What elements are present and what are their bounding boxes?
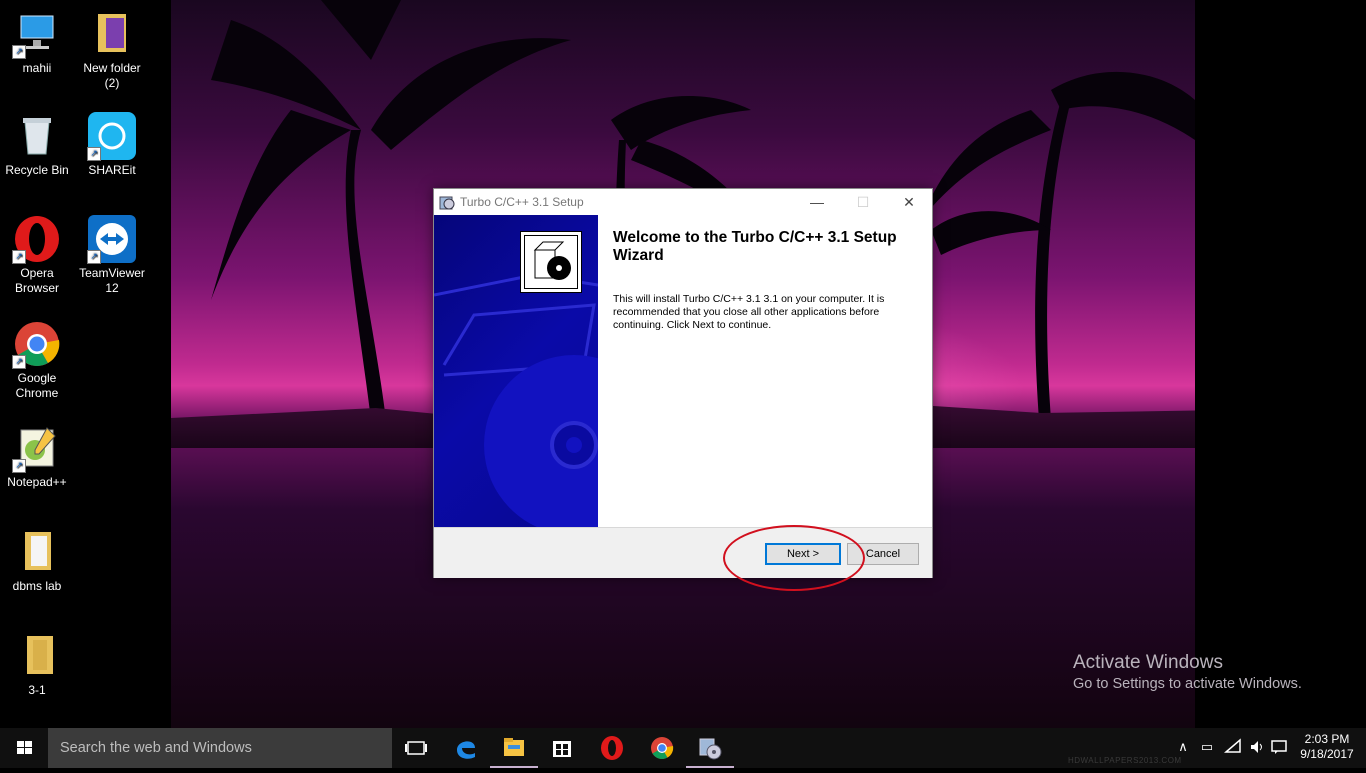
desktop-edge: [1195, 0, 1366, 728]
shareit-icon: ↗: [87, 112, 136, 161]
close-button[interactable]: ✕: [886, 189, 932, 215]
activate-title: Activate Windows: [1073, 652, 1223, 673]
desktop-icon-label: TeamViewer 12: [79, 266, 145, 295]
shortcut-arrow-icon: ↗: [12, 45, 26, 59]
dialog-title: Turbo C/C++ 3.1 Setup: [460, 195, 584, 209]
chrome-icon: ↗: [12, 320, 61, 369]
desktop-icon-label: New folder (2): [83, 61, 141, 90]
desktop-icon-label: Google Chrome: [15, 371, 59, 400]
volume-icon[interactable]: [1248, 738, 1266, 756]
desktop-icon-new-folder[interactable]: New folder (2): [75, 10, 149, 91]
activate-subtitle: Go to Settings to activate Windows.: [1073, 676, 1302, 692]
computer-icon: ↗: [12, 10, 61, 59]
opera-taskbar-icon[interactable]: [588, 728, 636, 768]
file-explorer-icon[interactable]: [490, 728, 538, 768]
desktop-icon-label: Notepad++: [7, 475, 67, 489]
start-button[interactable]: [0, 728, 48, 768]
desktop-icon-label: Opera Browser: [14, 266, 59, 295]
chrome-taskbar-icon[interactable]: [638, 728, 686, 768]
setup-wizard-dialog: Turbo C/C++ 3.1 Setup — ☐ ✕ Welcome to t…: [433, 188, 933, 578]
desktop-icon-chrome[interactable]: ↗ Google Chrome: [0, 320, 74, 401]
shortcut-arrow-icon: ↗: [12, 250, 26, 264]
shortcut-arrow-icon: ↗: [12, 355, 26, 369]
desktop-icon-label: mahii: [22, 61, 52, 75]
desktop-icon-dbms-lab[interactable]: dbms lab: [0, 528, 74, 594]
wallpaper-site-watermark: HDWALLPAPERS2013.COM: [1068, 756, 1182, 765]
desktop-icon-label: 3-1: [28, 683, 46, 697]
clock-time: 2:03 PM: [1304, 732, 1350, 746]
search-box[interactable]: Search the web and Windows: [48, 728, 392, 768]
desktop-icon-opera[interactable]: ↗ Opera Browser: [0, 215, 74, 296]
battery-icon[interactable]: ▭: [1198, 738, 1216, 756]
minimize-button[interactable]: —: [794, 189, 840, 215]
desktop-icon-teamviewer[interactable]: ↗ TeamViewer 12: [75, 215, 149, 296]
taskbar-clock[interactable]: 2:03 PM 9/18/2017: [1296, 732, 1358, 762]
maximize-button[interactable]: ☐: [840, 189, 886, 215]
desktop-icon-label: Recycle Bin: [5, 163, 69, 177]
opera-icon: ↗: [12, 215, 61, 264]
activate-windows-watermark: Activate Windows Go to Settings to activ…: [1073, 652, 1302, 694]
clock-date: 9/18/2017: [1300, 747, 1354, 761]
desktop-icon-label: dbms lab: [12, 579, 62, 593]
desktop-icon-label: SHAREit: [88, 163, 136, 177]
setup-logo-icon: [520, 231, 582, 293]
dialog-titlebar[interactable]: Turbo C/C++ 3.1 Setup — ☐ ✕: [434, 189, 932, 215]
folder-icon: [88, 10, 136, 58]
shortcut-arrow-icon: ↗: [87, 147, 101, 161]
desktop-icon-notepadpp[interactable]: ↗ Notepad++: [0, 424, 74, 490]
welcome-heading: Welcome to the Turbo C/C++ 3.1 Setup Wiz…: [613, 229, 897, 264]
recycle-bin-icon: [13, 112, 61, 160]
setup-taskbar-icon[interactable]: [686, 728, 734, 768]
windows-logo-icon: [17, 741, 32, 754]
desktop-icon-shareit[interactable]: ↗ SHAREit: [75, 112, 149, 178]
notifications-icon[interactable]: [1270, 738, 1288, 756]
chevron-up-icon[interactable]: ∧: [1174, 738, 1192, 756]
folder-icon: [13, 632, 61, 680]
desktop-icon-3-1[interactable]: 3-1: [0, 632, 74, 698]
shortcut-arrow-icon: ↗: [87, 250, 101, 264]
wizard-side-banner: [434, 215, 598, 527]
edge-icon[interactable]: [442, 728, 490, 768]
wifi-icon[interactable]: [1223, 738, 1242, 756]
shortcut-arrow-icon: ↗: [12, 459, 26, 473]
desktop-icon-recycle-bin[interactable]: Recycle Bin: [0, 112, 74, 178]
setup-app-icon: [439, 194, 455, 210]
desktop-icon-mahii[interactable]: ↗ mahii: [0, 10, 74, 76]
teamviewer-icon: ↗: [87, 215, 136, 264]
welcome-body-text: This will install Turbo C/C++ 3.1 3.1 on…: [613, 293, 885, 331]
folder-icon: [13, 528, 61, 576]
red-highlight-circle: [723, 525, 865, 591]
task-view-icon[interactable]: [392, 728, 440, 768]
store-icon[interactable]: [538, 728, 586, 768]
notepadpp-icon: ↗: [12, 424, 61, 473]
